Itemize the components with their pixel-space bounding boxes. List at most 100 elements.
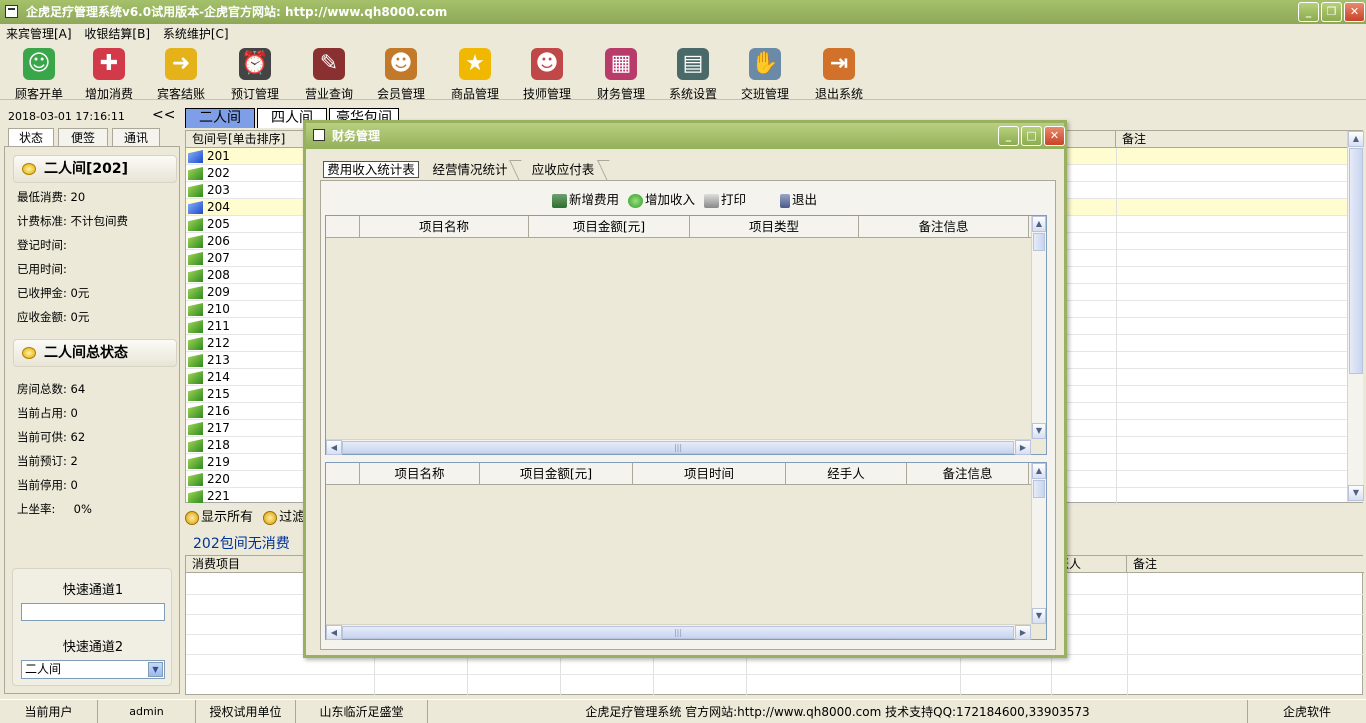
scroll-thumb[interactable] <box>1033 480 1045 498</box>
star-icon: ★ <box>459 48 491 80</box>
quick-channel-2-select[interactable]: 二人间 ▼ <box>21 660 165 679</box>
col-item-name[interactable]: 项目名称 <box>360 216 529 238</box>
toolbar-button-6[interactable]: ☻ 会员管理 <box>368 48 434 101</box>
free-room-icon <box>188 388 203 401</box>
close-button[interactable]: ✕ <box>1344 2 1365 22</box>
tab-contacts[interactable]: 通讯 <box>112 128 160 146</box>
menu-guest-management[interactable]: 来宾管理[A] <box>3 24 75 44</box>
coin-icon <box>22 347 36 359</box>
menu-cashier[interactable]: 收银结算[B] <box>81 24 153 44</box>
col-item-name-2[interactable]: 项目名称 <box>360 463 480 485</box>
dialog-maximize-button[interactable]: □ <box>1021 126 1042 146</box>
toolbar-button-12[interactable]: ⇥ 退出系统 <box>806 48 872 101</box>
toolbar-button-4[interactable]: ⏰ 预订管理 <box>222 48 288 101</box>
restore-button[interactable]: ❐ <box>1321 2 1342 22</box>
room-number: 215 <box>207 387 230 401</box>
tab-expense-income-report[interactable]: 费用收入统计表 <box>322 160 420 181</box>
toolbar-button-10[interactable]: ▤ 系统设置 <box>660 48 726 101</box>
scroll-right-icon[interactable]: ▶ <box>1015 440 1031 455</box>
expense-table-vscroll[interactable]: ▲ ▼ <box>1031 216 1046 439</box>
show-all-button[interactable]: 显示所有 <box>185 510 253 525</box>
finance-icon: ▦ <box>605 48 637 80</box>
tab-receivable-payable[interactable]: 应收应付表 <box>522 160 619 181</box>
scroll-thumb[interactable] <box>1033 233 1045 251</box>
col-item-type[interactable]: 项目类型 <box>690 216 859 238</box>
col-item-time[interactable]: 项目时间 <box>633 463 786 485</box>
room-number: 210 <box>207 302 230 316</box>
scroll-thumb[interactable] <box>1349 148 1363 374</box>
stat-disabled: 当前停用: 0 <box>17 478 78 492</box>
tab-business-statistics[interactable]: 经营情况统计 <box>424 160 531 181</box>
grid-icon <box>552 193 567 208</box>
income-table-header: 项目名称 项目金额[元] 项目时间 经手人 备注信息 <box>326 463 1031 485</box>
income-table-hscroll[interactable]: ◀ ||| ▶ <box>326 624 1031 640</box>
quick-channel-1-input[interactable] <box>21 603 165 621</box>
scroll-left-icon[interactable]: ◀ <box>326 625 342 640</box>
menu-system-maintenance[interactable]: 系统维护[C] <box>160 24 232 44</box>
free-room-icon <box>188 439 203 452</box>
hscroll-thumb[interactable]: ||| <box>342 441 1014 454</box>
toolbar-button-2[interactable]: ✚ 增加消费 <box>76 48 142 101</box>
room-grid-scrollbar[interactable]: ▲ ▼ <box>1347 131 1364 502</box>
dialog-title-bar: 财务管理 _ □ ✕ <box>306 123 1065 149</box>
toolbar-button-5[interactable]: ✎ 营业查询 <box>296 48 362 101</box>
coin-icon <box>22 163 36 175</box>
col-item-amount[interactable]: 项目金额[元] <box>529 216 690 238</box>
scroll-up-icon[interactable]: ▲ <box>1032 216 1046 232</box>
room-number: 208 <box>207 268 230 282</box>
quick-channel-2-label: 快速通道2 <box>62 640 124 655</box>
current-user: admin <box>98 700 196 723</box>
tab-notes[interactable]: 便签 <box>58 128 108 146</box>
income-table-vscroll[interactable]: ▲ ▼ <box>1031 463 1046 624</box>
col-remark-info[interactable]: 备注信息 <box>859 216 1029 238</box>
income-row-indicator-col <box>326 463 360 485</box>
scroll-down-icon[interactable]: ▼ <box>1348 485 1364 501</box>
stat-checkin-time: 登记时间: <box>17 238 67 252</box>
toolbar-button-9[interactable]: ▦ 财务管理 <box>588 48 654 101</box>
hscroll-thumb[interactable]: ||| <box>342 626 1014 639</box>
scroll-right-icon[interactable]: ▶ <box>1015 625 1031 640</box>
tab-status[interactable]: 状态 <box>8 128 54 146</box>
room-number: 221 <box>207 489 230 503</box>
free-room-icon <box>188 252 203 265</box>
print-button[interactable]: 打印 <box>704 189 746 211</box>
expense-table-hscroll[interactable]: ◀ ||| ▶ <box>326 439 1031 455</box>
dialog-minimize-button[interactable]: _ <box>998 126 1019 146</box>
reserved-room-icon <box>188 201 203 214</box>
free-room-icon <box>188 235 203 248</box>
add-expense-button[interactable]: 新增费用 <box>552 189 619 211</box>
quick-channel-1-label: 快速通道1 <box>62 583 124 598</box>
add-income-button[interactable]: 增加收入 <box>628 189 695 211</box>
collapse-panel-icon[interactable]: << <box>152 107 175 123</box>
toolbar-button-label: 营业查询 <box>304 87 353 101</box>
toolbar-button-label: 会员管理 <box>376 87 425 101</box>
col-remark-info-2[interactable]: 备注信息 <box>907 463 1029 485</box>
exit-dialog-button[interactable]: 退出 <box>780 189 817 211</box>
room-number: 211 <box>207 319 230 333</box>
scroll-down-icon[interactable]: ▼ <box>1032 608 1046 624</box>
scroll-down-icon[interactable]: ▼ <box>1032 423 1046 439</box>
filter-button[interactable]: 过滤 <box>263 510 305 525</box>
scroll-left-icon[interactable]: ◀ <box>326 440 342 455</box>
no-consumption-message: 202包间无消费 <box>193 536 290 552</box>
minimize-button[interactable]: _ <box>1298 2 1319 22</box>
dialog-app-icon <box>313 129 325 141</box>
toolbar-button-3[interactable]: ➜ 宾客结账 <box>148 48 214 101</box>
col-handler-2[interactable]: 经手人 <box>786 463 907 485</box>
col-remark-2[interactable]: 备注 <box>1127 556 1363 573</box>
toolbar-button-7[interactable]: ★ 商品管理 <box>442 48 508 101</box>
chevron-down-icon[interactable]: ▼ <box>148 662 163 677</box>
dialog-close-button[interactable]: ✕ <box>1044 126 1065 146</box>
toolbar-button-1[interactable]: ☺ 顾客开单 <box>6 48 72 101</box>
col-remark[interactable]: 备注 <box>1116 131 1348 148</box>
col-item-amount-2[interactable]: 项目金额[元] <box>480 463 633 485</box>
toolbar-button-11[interactable]: ✋ 交班管理 <box>732 48 798 101</box>
toolbar-button-8[interactable]: ☻ 技师管理 <box>514 48 580 101</box>
tab-two-person-room[interactable]: 二人间 <box>185 108 255 128</box>
scroll-up-icon[interactable]: ▲ <box>1032 463 1046 479</box>
room-number: 206 <box>207 234 230 248</box>
filter-bar: 显示所有 过滤 <box>185 507 305 529</box>
main-toolbar: ☺ 顾客开单 ✚ 增加消费 ➜ 宾客结账 ⏰ 预订管理 ✎ 营业查询 ☻ 会员管理 ★ 商品管理 ☻ 技师管理… <box>0 44 1366 101</box>
scroll-up-icon[interactable]: ▲ <box>1348 131 1364 147</box>
free-room-icon <box>188 218 203 231</box>
